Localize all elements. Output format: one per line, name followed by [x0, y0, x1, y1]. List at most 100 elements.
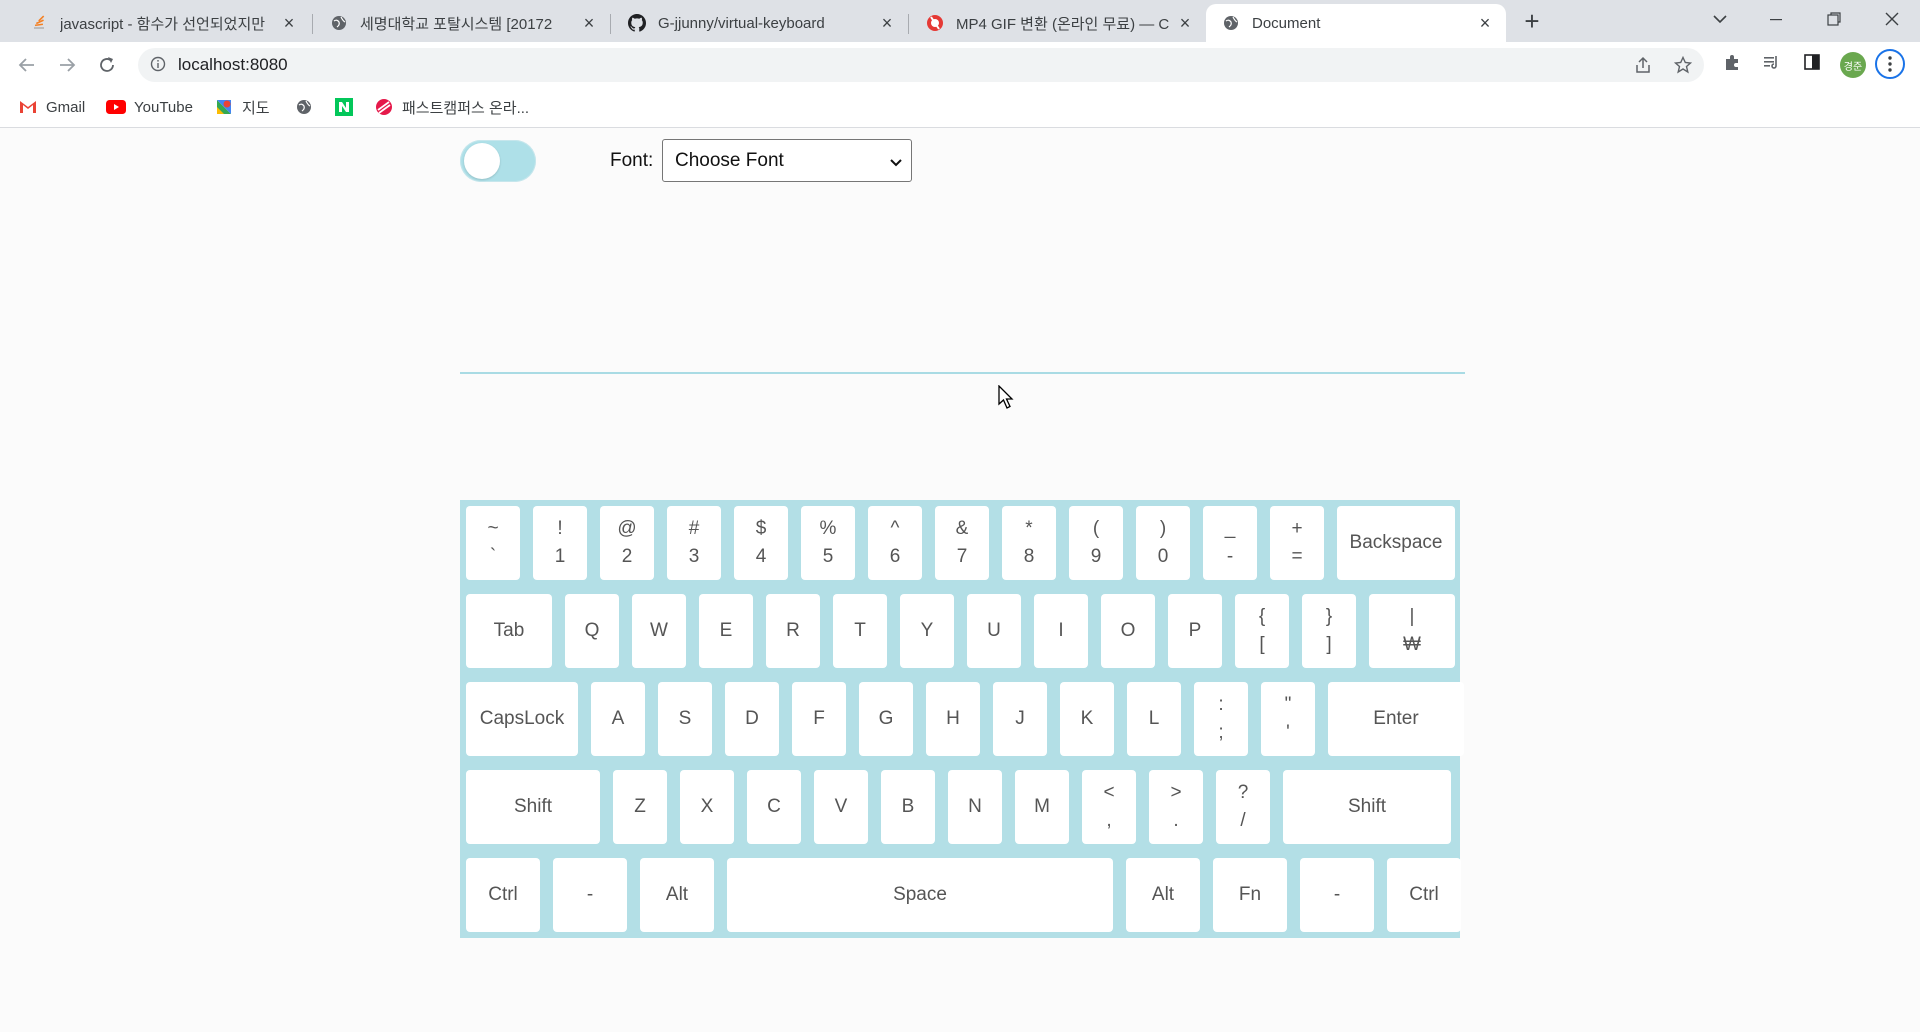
close-icon[interactable]: ×	[1476, 14, 1494, 32]
key-ctrl[interactable]: Ctrl	[466, 858, 540, 932]
browser-tab-active[interactable]: Document ×	[1206, 4, 1506, 42]
key-tab[interactable]: Tab	[466, 594, 552, 668]
key-6[interactable]: ^ 6	[868, 506, 922, 580]
close-window-icon[interactable]	[1864, 0, 1920, 38]
side-panel-icon[interactable]	[1799, 49, 1825, 75]
browser-tab[interactable]: G-jjunny/virtual-keyboard ×	[612, 4, 908, 42]
key-alt[interactable]: Alt	[640, 858, 714, 932]
key-i[interactable]: I	[1034, 594, 1088, 668]
key-s[interactable]: S	[658, 682, 712, 756]
back-icon[interactable]	[12, 50, 42, 80]
key-ctrl[interactable]: Ctrl	[1387, 858, 1461, 932]
bookmark-fastcampus[interactable]: 패스트캠퍼스 온라...	[374, 97, 529, 117]
bookmark-globe[interactable]	[294, 97, 322, 117]
key-symbol[interactable]: " '	[1261, 682, 1315, 756]
site-info-icon[interactable]	[150, 56, 166, 72]
key-symbol[interactable]: }]	[1302, 594, 1356, 668]
key-m[interactable]: M	[1015, 770, 1069, 844]
key-n[interactable]: N	[948, 770, 1002, 844]
key-symbol[interactable]: _ -	[1203, 506, 1257, 580]
key-symbol[interactable]: >.	[1149, 770, 1203, 844]
key-8[interactable]: * 8	[1002, 506, 1056, 580]
forward-icon[interactable]	[52, 50, 82, 80]
key-1[interactable]: ! 1	[533, 506, 587, 580]
menu-kebab-icon[interactable]	[1875, 49, 1905, 79]
key-u[interactable]: U	[967, 594, 1021, 668]
bookmark-maps[interactable]: 지도	[214, 97, 270, 117]
key-v[interactable]: V	[814, 770, 868, 844]
key-g[interactable]: G	[859, 682, 913, 756]
key-symbol[interactable]: {[	[1235, 594, 1289, 668]
font-select[interactable]: Choose Font	[662, 139, 912, 182]
key-k[interactable]: K	[1060, 682, 1114, 756]
extensions-icon[interactable]	[1719, 49, 1745, 75]
key-r[interactable]: R	[766, 594, 820, 668]
reload-icon[interactable]	[92, 50, 122, 80]
media-queue-icon[interactable]	[1759, 49, 1785, 75]
restore-icon[interactable]	[1806, 0, 1862, 38]
key-d[interactable]: D	[725, 682, 779, 756]
browser-tab[interactable]: javascript - 함수가 선언되었지만 ×	[14, 4, 310, 42]
key-backspace[interactable]: Backspace	[1337, 506, 1455, 580]
key-fn[interactable]: Fn	[1213, 858, 1287, 932]
key-symbol[interactable]: :;	[1194, 682, 1248, 756]
browser-tab[interactable]: MP4 GIF 변환 (온라인 무료) — C ×	[910, 4, 1206, 42]
key-5[interactable]: % 5	[801, 506, 855, 580]
key-y[interactable]: Y	[900, 594, 954, 668]
key-enter[interactable]: Enter	[1328, 682, 1464, 756]
address-bar[interactable]: localhost:8080	[138, 48, 1704, 82]
key-7[interactable]: & 7	[935, 506, 989, 580]
browser-tab[interactable]: 세명대학교 포탈시스템 [20172 ×	[314, 4, 610, 42]
key-c[interactable]: C	[747, 770, 801, 844]
minimize-icon[interactable]	[1748, 0, 1804, 38]
key-l[interactable]: L	[1127, 682, 1181, 756]
avatar[interactable]: 경준	[1840, 52, 1866, 78]
key-a[interactable]: A	[591, 682, 645, 756]
theme-toggle[interactable]	[460, 140, 536, 182]
key-symbol[interactable]: -	[1300, 858, 1374, 932]
key-symbol[interactable]: + =	[1270, 506, 1324, 580]
key-t[interactable]: T	[833, 594, 887, 668]
bookmark-naver[interactable]	[334, 97, 362, 117]
key-symbol[interactable]: -	[553, 858, 627, 932]
key-j[interactable]: J	[993, 682, 1047, 756]
key-9[interactable]: (9	[1069, 506, 1123, 580]
bookmark-star-icon[interactable]	[1673, 55, 1693, 75]
key-shift[interactable]: Shift	[1283, 770, 1451, 844]
key-shift-label: )	[1159, 518, 1167, 539]
new-tab-icon[interactable]: +	[1518, 8, 1546, 36]
key-x[interactable]: X	[680, 770, 734, 844]
key-h[interactable]: H	[926, 682, 980, 756]
key-symbol[interactable]: <,	[1082, 770, 1136, 844]
text-input-underline[interactable]	[460, 372, 1465, 374]
key-shift[interactable]: Shift	[466, 770, 600, 844]
bookmark-youtube[interactable]: YouTube	[106, 97, 193, 117]
key-symbol[interactable]: ~ `	[466, 506, 520, 580]
key-q[interactable]: Q	[565, 594, 619, 668]
close-icon[interactable]: ×	[280, 14, 298, 32]
key-symbol[interactable]: ? /	[1216, 770, 1270, 844]
key-w[interactable]: W	[632, 594, 686, 668]
close-icon[interactable]: ×	[878, 14, 896, 32]
close-icon[interactable]: ×	[580, 14, 598, 32]
key-e[interactable]: E	[699, 594, 753, 668]
bookmark-gmail[interactable]: Gmail	[18, 97, 85, 117]
key-4[interactable]: $4	[734, 506, 788, 580]
key-label: /	[1240, 810, 1246, 831]
tab-search-icon[interactable]	[1692, 0, 1748, 38]
key-2[interactable]: @2	[600, 506, 654, 580]
key-3[interactable]: #3	[667, 506, 721, 580]
key-alt[interactable]: Alt	[1126, 858, 1200, 932]
key-label: `	[489, 546, 497, 567]
key-0[interactable]: ) 0	[1136, 506, 1190, 580]
key-o[interactable]: O	[1101, 594, 1155, 668]
key-symbol[interactable]: | ₩	[1369, 594, 1455, 668]
key-b[interactable]: B	[881, 770, 935, 844]
key-f[interactable]: F	[792, 682, 846, 756]
key-space[interactable]: Space	[727, 858, 1113, 932]
key-capslock[interactable]: CapsLock	[466, 682, 578, 756]
close-icon[interactable]: ×	[1176, 14, 1194, 32]
key-z[interactable]: Z	[613, 770, 667, 844]
share-icon[interactable]	[1633, 55, 1653, 75]
key-p[interactable]: P	[1168, 594, 1222, 668]
